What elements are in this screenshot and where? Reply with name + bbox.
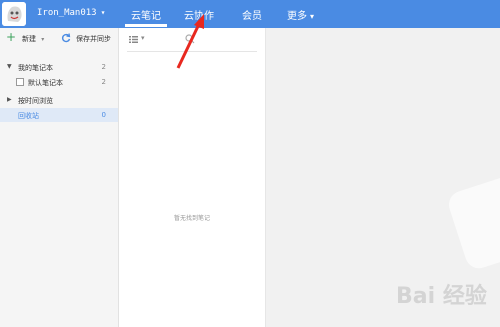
sidebar-item-label: 默认笔记本 <box>28 79 63 87</box>
chevron-down-icon: ▼ <box>7 63 12 70</box>
sidebar-item-count: 2 <box>101 63 106 71</box>
tab-more-label: 更多 <box>287 11 307 22</box>
empty-state-message: 暂无找到笔记 <box>173 215 210 222</box>
sidebar-item-default-notebook[interactable]: 默认笔记本 2 <box>0 75 118 89</box>
chevron-down-icon: ▾ <box>310 12 315 21</box>
note-content-pane: Bai 经验 <box>266 28 500 327</box>
tab-membership[interactable]: 会员 <box>242 7 262 22</box>
save-sync-button[interactable]: 保存并同步 <box>76 34 111 44</box>
tab-more[interactable]: 更多 ▾ <box>287 7 314 22</box>
sidebar-item-my-notebooks[interactable]: ▼ 我的笔记本 2 <box>0 60 118 74</box>
tab-cloud-notes[interactable]: 云笔记 <box>125 7 167 27</box>
sidebar-item-label: 回收站 <box>18 112 39 120</box>
sidebar-toolbar: + 新建 ▾ 保存并同步 <box>0 28 118 52</box>
list-view-icon[interactable] <box>129 36 138 43</box>
username-menu[interactable]: Iron_Man013 ▾ <box>37 8 105 18</box>
sidebar-item-browse-by-time[interactable]: ▶ 按时间浏览 <box>0 93 118 107</box>
sidebar-item-count: 2 <box>101 78 106 86</box>
sidebar-item-trash[interactable]: 回收站 0 <box>0 108 118 122</box>
sidebar-item-count: 0 <box>101 111 106 119</box>
chevron-right-icon: ▶ <box>7 96 12 103</box>
new-button[interactable]: 新建 ▾ <box>22 34 44 44</box>
sidebar-item-label: 按时间浏览 <box>18 97 53 105</box>
chevron-down-icon: ▾ <box>100 8 106 17</box>
top-bar: Iron_Man013 ▾ 云笔记 云协作 会员 更多 ▾ <box>0 0 500 28</box>
avatar[interactable] <box>2 2 26 26</box>
placeholder-logo <box>445 174 500 272</box>
sync-icon[interactable] <box>61 33 71 43</box>
sidebar: + 新建 ▾ 保存并同步 ▼ 我的笔记本 2 默认笔记本 2 ▶ 按时间浏览 回… <box>0 28 119 327</box>
sidebar-item-label: 我的笔记本 <box>18 64 53 72</box>
annotation-arrow-icon <box>176 14 204 69</box>
new-button-label: 新建 <box>22 35 36 43</box>
watermark: Bai 经验 <box>396 284 487 309</box>
username-label: Iron_Man013 <box>37 8 97 18</box>
chevron-down-icon[interactable]: ▾ <box>141 34 145 42</box>
plus-icon[interactable]: + <box>6 30 16 44</box>
note-list-pane: ▾ 暂无找到笔记 <box>119 28 266 327</box>
notebook-icon <box>16 78 24 86</box>
chevron-down-icon: ▾ <box>41 36 45 43</box>
